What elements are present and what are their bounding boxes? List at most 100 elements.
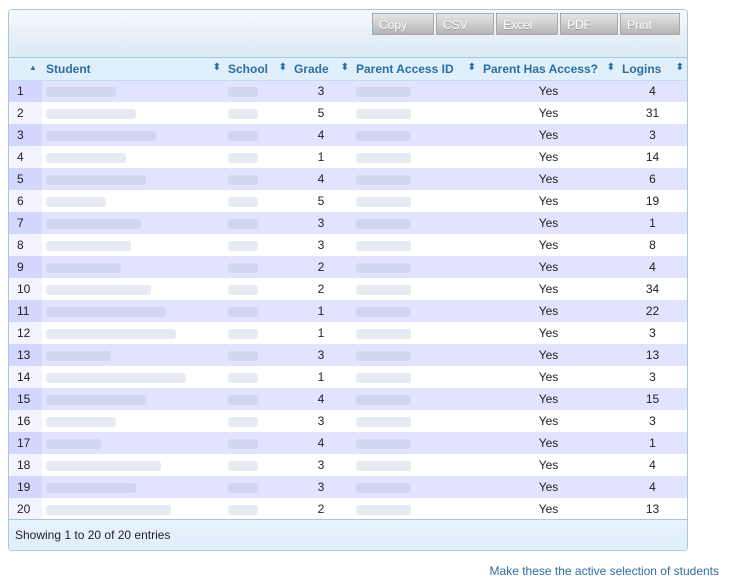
redacted-block [46,504,171,515]
excel-button[interactable]: Excel [496,13,558,35]
parent-access-id-cell [352,80,479,102]
row-index: 18 [9,454,42,476]
redacted-block [228,394,258,405]
table-row[interactable]: 20 2 Yes 13 [9,498,687,520]
table-row[interactable]: 15 4 Yes 15 [9,388,687,410]
redacted-block [46,394,146,405]
parent-has-access-cell: Yes [479,102,618,124]
redacted-block [46,460,161,471]
parent-has-access-cell: Yes [479,344,618,366]
table-row[interactable]: 13 3 Yes 13 [9,344,687,366]
row-index: 3 [9,124,42,146]
table-row[interactable]: 12 1 Yes 3 [9,322,687,344]
parent-access-id-cell [352,344,479,366]
parent-access-id-cell [352,366,479,388]
table-row[interactable]: 17 4 Yes 1 [9,432,687,454]
redacted-block [228,87,258,98]
school-cell [224,212,290,234]
table-row[interactable]: 6 5 Yes 19 [9,190,687,212]
redacted-block [228,306,258,317]
student-cell [42,80,224,102]
grade-cell: 3 [290,454,352,476]
print-button[interactable]: Print [620,13,680,35]
table-row[interactable]: 19 3 Yes 4 [9,476,687,498]
redacted-block [46,152,126,163]
redacted-block [46,87,116,98]
logins-cell: 3 [618,366,687,388]
redacted-block [228,350,258,361]
logins-cell: 13 [618,344,687,366]
parent-has-access-cell: Yes [479,322,618,344]
student-cell [42,454,224,476]
logins-cell: 14 [618,146,687,168]
parent-has-access-cell: Yes [479,278,618,300]
parent-access-id-cell [352,256,479,278]
students-table-panel: Copy CSV Excel PDF Print ▲ Student ⬍ Scho… [8,9,688,551]
table-row[interactable]: 4 1 Yes 14 [9,146,687,168]
student-cell [42,212,224,234]
column-header-parent-has-access[interactable]: Parent Has Access? ⬍ [479,58,618,81]
row-index: 15 [9,388,42,410]
redacted-block [46,372,186,383]
table-row[interactable]: 1 3 Yes 4 [9,80,687,102]
copy-button[interactable]: Copy [372,13,434,35]
active-selection-link[interactable]: Make these the active selection of stude… [490,564,719,578]
redacted-block [46,240,131,251]
table-row[interactable]: 7 3 Yes 1 [9,212,687,234]
redacted-block [46,262,121,273]
redacted-block [356,460,411,471]
csv-button[interactable]: CSV [436,13,494,35]
redacted-block [356,350,411,361]
redacted-block [46,174,146,185]
student-cell [42,476,224,498]
table-row[interactable]: 8 3 Yes 8 [9,234,687,256]
column-header-student[interactable]: Student ⬍ [42,58,224,81]
student-cell [42,278,224,300]
redacted-block [356,372,411,383]
table-row[interactable]: 14 1 Yes 3 [9,366,687,388]
table-row[interactable]: 10 2 Yes 34 [9,278,687,300]
redacted-block [228,482,258,493]
table-row[interactable]: 18 3 Yes 4 [9,454,687,476]
grade-cell: 4 [290,432,352,454]
parent-access-id-cell [352,212,479,234]
row-index: 9 [9,256,42,278]
school-cell [224,190,290,212]
logins-cell: 8 [618,234,687,256]
school-cell [224,366,290,388]
redacted-block [356,152,411,163]
students-table: ▲ Student ⬍ School ⬍ Grade ⬍ Parent Access … [9,58,687,520]
sort-icon: ⬍ [212,62,221,73]
table-row[interactable]: 9 2 Yes 4 [9,256,687,278]
redacted-block [228,460,258,471]
table-row[interactable]: 16 3 Yes 3 [9,410,687,432]
redacted-block [46,196,106,207]
redacted-block [356,130,411,141]
grade-cell: 3 [290,344,352,366]
redacted-block [46,328,176,339]
redacted-block [356,306,411,317]
grade-cell: 1 [290,300,352,322]
logins-cell: 31 [618,102,687,124]
grade-cell: 2 [290,498,352,520]
table-row[interactable]: 5 4 Yes 6 [9,168,687,190]
redacted-block [356,504,411,515]
row-index: 2 [9,102,42,124]
redacted-block [356,482,411,493]
pdf-button[interactable]: PDF [560,13,618,35]
table-row[interactable]: 3 4 Yes 3 [9,124,687,146]
row-index: 14 [9,366,42,388]
row-index: 4 [9,146,42,168]
column-header-parent-access-id[interactable]: Parent Access ID ⬍ [352,58,479,81]
table-row[interactable]: 11 1 Yes 22 [9,300,687,322]
table-row[interactable]: 2 5 Yes 31 [9,102,687,124]
column-header-index[interactable]: ▲ [9,58,42,81]
parent-access-id-cell [352,432,479,454]
redacted-block [228,262,258,273]
logins-cell: 15 [618,388,687,410]
export-button-group: Copy CSV Excel PDF Print [370,13,680,35]
column-header-logins[interactable]: Logins ⬍ [618,58,687,81]
row-index: 13 [9,344,42,366]
column-header-grade[interactable]: Grade ⬍ [290,58,352,81]
column-header-school[interactable]: School ⬍ [224,58,290,81]
